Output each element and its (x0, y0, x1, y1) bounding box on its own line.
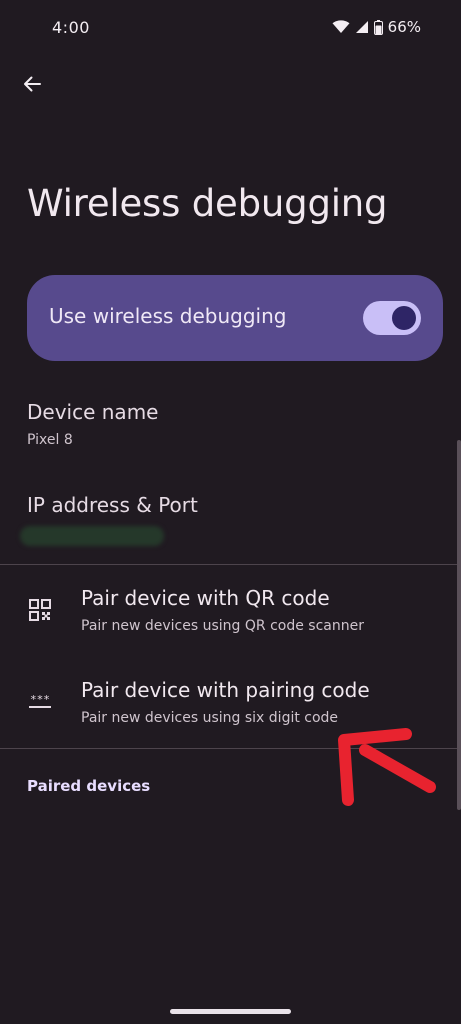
ip-address-title: IP address & Port (27, 493, 198, 517)
paired-devices-header: Paired devices (27, 777, 151, 795)
status-icons: 66% (332, 18, 421, 36)
password-dots-icon: *** (28, 690, 52, 714)
device-name-value: Pixel 8 (27, 432, 73, 448)
redacted-ip-value (20, 526, 164, 546)
toggle-thumb (392, 306, 416, 330)
battery-percent: 66% (387, 18, 421, 36)
device-name-title: Device name (27, 400, 159, 424)
main-switch-label: Use wireless debugging (49, 304, 287, 328)
status-bar: 4:00 66% (0, 0, 461, 56)
status-time: 4:00 (52, 18, 90, 37)
pair-qr-code-preference[interactable]: Pair device with QR code Pair new device… (0, 572, 461, 648)
qr-code-icon (28, 598, 52, 622)
main-switch-bar[interactable]: Use wireless debugging (27, 275, 443, 361)
divider (0, 564, 461, 565)
annotation-arrow (338, 728, 436, 806)
gesture-nav-handle[interactable] (170, 1009, 291, 1014)
back-button[interactable] (16, 70, 48, 102)
pair-pairing-code-title: Pair device with pairing code (81, 678, 370, 702)
signal-icon (355, 20, 369, 34)
pair-pairing-code-summary: Pair new devices using six digit code (81, 710, 339, 726)
battery-icon (373, 19, 383, 35)
pair-qr-code-summary: Pair new devices using QR code scanner (81, 618, 364, 634)
wifi-icon (332, 20, 350, 34)
wireless-debugging-toggle[interactable] (363, 301, 421, 335)
scrollbar[interactable] (457, 440, 461, 810)
page-title: Wireless debugging (27, 182, 388, 225)
svg-text:***: *** (30, 694, 50, 706)
arrow-back-icon (22, 74, 42, 98)
pair-qr-code-title: Pair device with QR code (81, 586, 330, 610)
